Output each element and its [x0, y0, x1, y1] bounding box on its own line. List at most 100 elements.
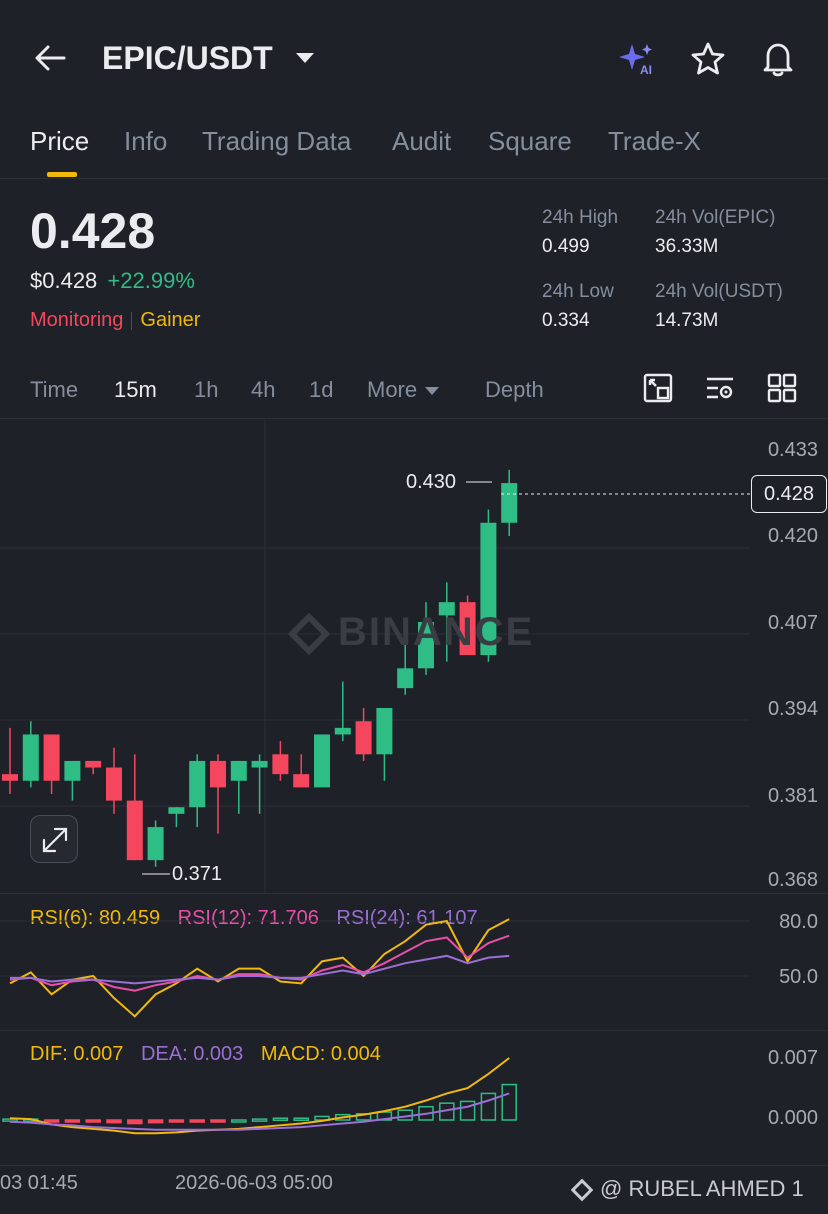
- candle-body: [126, 800, 143, 861]
- macd-histogram-bar: [251, 1118, 268, 1122]
- candle-body: [2, 774, 18, 781]
- interval-4h[interactable]: 4h: [251, 377, 275, 403]
- y-tick: 0.420: [767, 525, 818, 547]
- candle-body: [230, 760, 247, 781]
- tab-price[interactable]: Price: [30, 126, 89, 157]
- expand-chart-button[interactable]: [30, 815, 78, 863]
- candle-body: [334, 727, 351, 735]
- macd-histogram-bar: [480, 1092, 497, 1121]
- candle-body: [106, 767, 122, 801]
- price-subline: $0.428 +22.99%: [30, 268, 195, 294]
- tag-separator: [131, 311, 133, 330]
- stat-low-value: 0.334: [542, 310, 590, 331]
- macd-histogram-bar: [106, 1119, 122, 1124]
- binance-logo-icon: [287, 613, 331, 656]
- credit: @ RUBEL AHMED 1: [570, 1176, 804, 1202]
- candle-body: [43, 734, 60, 781]
- binance-logo-icon: [570, 1178, 594, 1202]
- y-tick: 0.433: [767, 439, 818, 461]
- price-tags: Monitoring Gainer: [30, 309, 200, 332]
- macd-histogram-bar: [231, 1119, 247, 1123]
- candle-body: [210, 760, 226, 788]
- candle-body: [251, 760, 268, 768]
- depth-tab[interactable]: Depth: [485, 377, 544, 403]
- pair-title[interactable]: EPIC/USDT: [102, 40, 273, 77]
- section-tabs: Price Info Trading Data Audit Square Tra…: [0, 124, 828, 179]
- candle-body: [314, 734, 330, 788]
- more-label: More: [367, 377, 418, 402]
- macd-histogram-bar: [189, 1119, 205, 1123]
- macd-histogram-bar: [210, 1119, 226, 1123]
- ai-sparkle-icon[interactable]: AI: [616, 40, 660, 80]
- macd-histogram-bar: [501, 1083, 517, 1121]
- macd-histogram-bar: [168, 1119, 185, 1123]
- macd-histogram-bar: [459, 1100, 476, 1121]
- low-marker-label: 0.371: [172, 863, 223, 885]
- candle-body: [355, 721, 372, 755]
- indicator-settings-icon[interactable]: [704, 372, 736, 404]
- tag-gainer[interactable]: Gainer: [140, 309, 200, 331]
- y-tick: 0.368: [767, 869, 818, 891]
- interval-15m[interactable]: 15m: [114, 377, 157, 403]
- x-axis-label: 2026-06-03 05:00: [175, 1172, 333, 1194]
- star-icon[interactable]: [690, 41, 726, 77]
- x-axis-label: 03 01:45: [0, 1172, 78, 1194]
- dif-line: [9, 1057, 510, 1135]
- more-caret-icon: [425, 387, 440, 396]
- stat-high-value: 0.499: [542, 236, 590, 257]
- back-arrow-icon[interactable]: [30, 38, 70, 78]
- y-tick: 0.407: [767, 612, 818, 634]
- candle-body: [376, 708, 393, 755]
- tab-info[interactable]: Info: [124, 126, 167, 157]
- chevron-down-icon[interactable]: [296, 53, 314, 63]
- candle-body: [397, 668, 414, 689]
- macd-histogram-bar: [43, 1119, 60, 1123]
- candle-body: [501, 483, 518, 523]
- macd-histogram-bar: [272, 1117, 289, 1121]
- macd-divider: [0, 1030, 828, 1031]
- top-bar: EPIC/USDT AI: [0, 0, 828, 120]
- macd-histogram-bar: [147, 1119, 164, 1124]
- macd-histogram-bar: [85, 1119, 101, 1123]
- bell-icon[interactable]: [760, 40, 796, 78]
- candle-body: [272, 754, 289, 775]
- tab-square[interactable]: Square: [488, 126, 572, 157]
- candle-body: [293, 774, 310, 788]
- macd-chart: [2, 1057, 517, 1135]
- chart-fullscreen-icon[interactable]: [642, 372, 674, 404]
- xaxis-divider: [0, 1165, 828, 1166]
- stat-vol-base-label: 24h Vol(EPIC): [655, 207, 776, 228]
- rsi6-line: [9, 918, 510, 1018]
- binance-watermark: BINANCE: [287, 610, 535, 656]
- watermark-text: BINANCE: [338, 610, 535, 654]
- high-marker-label: 0.430: [406, 471, 457, 493]
- candle-body: [189, 760, 206, 808]
- candle-body: [85, 760, 102, 768]
- macd-histogram-bar: [293, 1117, 309, 1121]
- credit-text: @ RUBEL AHMED 1: [600, 1176, 804, 1201]
- stat-low-label: 24h Low: [542, 281, 614, 302]
- rsi-divider: [0, 893, 828, 894]
- usd-price: $0.428: [30, 268, 98, 293]
- expand-icon: [42, 827, 68, 853]
- rsi-chart: [0, 918, 750, 1018]
- candle-body: [64, 760, 81, 781]
- interval-1d[interactable]: 1d: [309, 377, 333, 403]
- price-change: +22.99%: [107, 268, 195, 293]
- tab-trade-x[interactable]: Trade-X: [608, 126, 701, 157]
- y-tick: 0.394: [767, 698, 818, 720]
- tag-monitoring[interactable]: Monitoring: [30, 309, 123, 331]
- y-tick: 0.381: [767, 785, 818, 807]
- interval-time[interactable]: Time: [30, 377, 78, 403]
- macd-histogram-bar: [64, 1119, 81, 1123]
- candle-body: [22, 734, 39, 781]
- current-price-tag: 0.428: [751, 475, 827, 513]
- dea-line: [9, 1092, 510, 1131]
- candle-body: [168, 807, 185, 814]
- tab-audit[interactable]: Audit: [392, 126, 451, 157]
- tab-trading-data[interactable]: Trading Data: [202, 126, 351, 157]
- interval-1h[interactable]: 1h: [194, 377, 218, 403]
- active-tab-indicator: [47, 172, 77, 177]
- layout-grid-icon[interactable]: [766, 372, 798, 404]
- interval-more[interactable]: More: [367, 377, 440, 403]
